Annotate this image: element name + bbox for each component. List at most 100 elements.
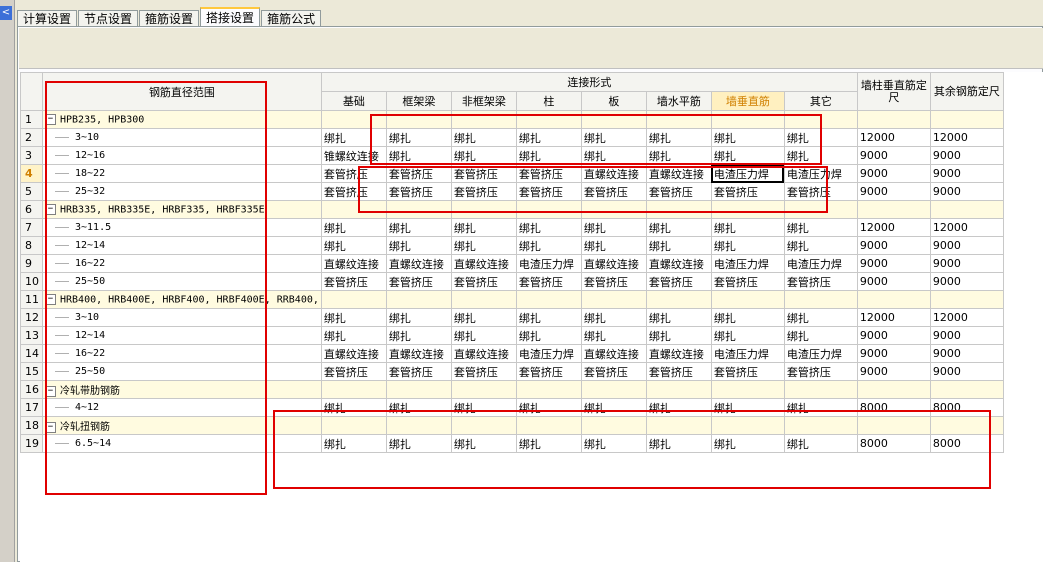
table-row[interactable]: 15 25~50 套管挤压 套管挤压 套管挤压 套管挤压 套管挤压 套管挤压 套管挤压 套管挤压 9… xyxy=(20,362,1004,381)
other-length-cell[interactable]: 9000 xyxy=(929,182,1004,201)
connection-cell-wall-vertical[interactable]: 绑扎 xyxy=(710,236,785,255)
connection-cell-foundation[interactable]: 直螺纹连接 xyxy=(320,344,387,363)
other-length-cell[interactable]: 9000 xyxy=(929,254,1004,273)
other-length-cell[interactable] xyxy=(929,110,1004,129)
connection-cell-wall-vertical[interactable]: 套管挤压 xyxy=(710,182,785,201)
connection-cell-column[interactable] xyxy=(515,380,582,399)
connection-cell-foundation[interactable]: 绑扎 xyxy=(320,326,387,345)
wall-column-length-cell[interactable] xyxy=(856,200,931,219)
connection-cell-slab[interactable]: 绑扎 xyxy=(580,308,647,327)
connection-cell-column[interactable]: 绑扎 xyxy=(515,146,582,165)
diameter-range-cell[interactable]: 25~32 xyxy=(42,182,322,201)
connection-cell-non-frame-beam[interactable] xyxy=(450,110,517,129)
table-row[interactable]: 3 12~16 锥螺纹连接 绑扎 绑扎 绑扎 绑扎 绑扎 绑扎 绑扎 9000 9000 xyxy=(20,146,1004,165)
collapse-toggle-icon[interactable]: − xyxy=(45,421,56,433)
connection-cell-other[interactable]: 绑扎 xyxy=(783,398,858,417)
connection-cell-non-frame-beam[interactable]: 绑扎 xyxy=(450,398,517,417)
connection-cell-wall-vertical[interactable]: 套管挤压 xyxy=(710,362,785,381)
wall-column-length-cell[interactable]: 9000 xyxy=(856,326,931,345)
connection-cell-frame-beam[interactable]: 套管挤压 xyxy=(385,164,452,183)
wall-column-length-cell[interactable]: 9000 xyxy=(856,272,931,291)
connection-cell-other[interactable]: 套管挤压 xyxy=(783,362,858,381)
connection-cell-slab[interactable]: 绑扎 xyxy=(580,326,647,345)
tab-stirrup-formula[interactable]: 箍筋公式 xyxy=(261,10,322,27)
connection-cell-frame-beam[interactable]: 绑扎 xyxy=(385,398,452,417)
connection-cell-other[interactable]: 电渣压力焊 xyxy=(783,254,858,273)
diameter-range-cell[interactable]: 16~22 xyxy=(42,254,322,273)
connection-cell-non-frame-beam[interactable]: 绑扎 xyxy=(450,434,517,453)
connection-cell-column[interactable]: 套管挤压 xyxy=(515,362,582,381)
connection-cell-non-frame-beam[interactable]: 绑扎 xyxy=(450,236,517,255)
connection-cell-column[interactable]: 套管挤压 xyxy=(515,272,582,291)
connection-cell-frame-beam[interactable] xyxy=(385,290,452,309)
other-length-cell[interactable]: 9000 xyxy=(929,362,1004,381)
tab-node-settings[interactable]: 节点设置 xyxy=(78,10,139,27)
connection-cell-non-frame-beam[interactable]: 套管挤压 xyxy=(450,164,517,183)
connection-cell-other[interactable] xyxy=(783,416,858,435)
group-row[interactable]: 1− HPB235, HPB300 xyxy=(20,110,1004,129)
group-row[interactable]: 18− 冷轧扭钢筋 xyxy=(20,416,1004,435)
connection-cell-wall-horizontal[interactable]: 绑扎 xyxy=(645,236,712,255)
connection-cell-foundation[interactable] xyxy=(320,290,387,309)
connection-cell-non-frame-beam[interactable] xyxy=(450,200,517,219)
wall-column-length-cell[interactable]: 9000 xyxy=(856,182,931,201)
connection-cell-frame-beam[interactable]: 套管挤压 xyxy=(385,362,452,381)
connection-cell-wall-vertical[interactable] xyxy=(710,380,785,399)
connection-cell-slab[interactable] xyxy=(580,290,647,309)
table-row[interactable]: 8 12~14 绑扎 绑扎 绑扎 绑扎 绑扎 绑扎 绑扎 绑扎 9000 9000 xyxy=(20,236,1004,255)
connection-cell-wall-vertical[interactable] xyxy=(710,416,785,435)
connection-cell-non-frame-beam[interactable]: 绑扎 xyxy=(450,308,517,327)
connection-cell-slab[interactable]: 套管挤压 xyxy=(580,362,647,381)
connection-cell-wall-horizontal[interactable]: 绑扎 xyxy=(645,326,712,345)
connection-cell-slab[interactable]: 直螺纹连接 xyxy=(580,254,647,273)
connection-cell-non-frame-beam[interactable] xyxy=(450,380,517,399)
connection-cell-slab[interactable] xyxy=(580,416,647,435)
connection-cell-non-frame-beam[interactable] xyxy=(450,416,517,435)
connection-cell-foundation[interactable] xyxy=(320,200,387,219)
collapse-toggle-icon[interactable]: − xyxy=(45,293,56,305)
connection-cell-slab[interactable]: 直螺纹连接 xyxy=(580,164,647,183)
connection-cell-foundation[interactable]: 套管挤压 xyxy=(320,362,387,381)
connection-cell-non-frame-beam[interactable]: 直螺纹连接 xyxy=(450,344,517,363)
connection-cell-frame-beam[interactable]: 绑扎 xyxy=(385,434,452,453)
connection-cell-wall-horizontal[interactable]: 套管挤压 xyxy=(645,272,712,291)
connection-cell-column[interactable]: 绑扎 xyxy=(515,128,582,147)
other-length-cell[interactable]: 12000 xyxy=(929,218,1004,237)
connection-cell-column[interactable]: 套管挤压 xyxy=(515,164,582,183)
connection-cell-foundation[interactable]: 套管挤压 xyxy=(320,182,387,201)
connection-cell-other[interactable]: 套管挤压 xyxy=(783,272,858,291)
wall-column-length-cell[interactable] xyxy=(856,416,931,435)
connection-cell-slab[interactable]: 绑扎 xyxy=(580,146,647,165)
diameter-range-cell[interactable]: 6.5~14 xyxy=(42,434,322,453)
wall-column-length-cell[interactable]: 9000 xyxy=(856,344,931,363)
connection-cell-non-frame-beam[interactable]: 套管挤压 xyxy=(450,362,517,381)
connection-cell-other[interactable] xyxy=(783,290,858,309)
wall-column-length-cell[interactable]: 9000 xyxy=(856,164,931,183)
grade-group-cell[interactable]: − HPB235, HPB300 xyxy=(42,110,322,129)
connection-cell-non-frame-beam[interactable]: 绑扎 xyxy=(450,218,517,237)
wall-column-length-cell[interactable]: 9000 xyxy=(856,146,931,165)
diameter-range-cell[interactable]: 12~14 xyxy=(42,326,322,345)
diameter-range-cell[interactable]: 12~14 xyxy=(42,236,322,255)
connection-cell-foundation[interactable]: 绑扎 xyxy=(320,308,387,327)
diameter-range-cell[interactable]: 4~12 xyxy=(42,398,322,417)
wall-column-length-cell[interactable]: 9000 xyxy=(856,236,931,255)
connection-cell-slab[interactable]: 绑扎 xyxy=(580,398,647,417)
other-length-cell[interactable]: 12000 xyxy=(929,128,1004,147)
other-length-cell[interactable]: 8000 xyxy=(929,398,1004,417)
collapse-toggle-icon[interactable]: − xyxy=(45,385,56,397)
connection-cell-non-frame-beam[interactable]: 套管挤压 xyxy=(450,182,517,201)
connection-cell-wall-horizontal[interactable]: 绑扎 xyxy=(645,308,712,327)
connection-cell-foundation[interactable]: 套管挤压 xyxy=(320,272,387,291)
table-row[interactable]: 9 16~22 直螺纹连接 直螺纹连接 直螺纹连接 电渣压力焊 直螺纹连接 直螺纹连接 电渣压力… xyxy=(20,254,1004,273)
connection-cell-column[interactable]: 绑扎 xyxy=(515,326,582,345)
connection-cell-wall-vertical[interactable] xyxy=(710,290,785,309)
wall-column-length-cell[interactable]: 12000 xyxy=(856,308,931,327)
connection-cell-other[interactable] xyxy=(783,380,858,399)
other-length-cell[interactable] xyxy=(929,290,1004,309)
connection-cell-wall-vertical[interactable]: 电渣压力焊 xyxy=(710,254,785,273)
connection-cell-foundation[interactable]: 绑扎 xyxy=(320,398,387,417)
connection-cell-wall-horizontal[interactable] xyxy=(645,110,712,129)
table-row[interactable]: 13 12~14 绑扎 绑扎 绑扎 绑扎 绑扎 绑扎 绑扎 绑扎 9000 9000 xyxy=(20,326,1004,345)
connection-cell-non-frame-beam[interactable] xyxy=(450,290,517,309)
